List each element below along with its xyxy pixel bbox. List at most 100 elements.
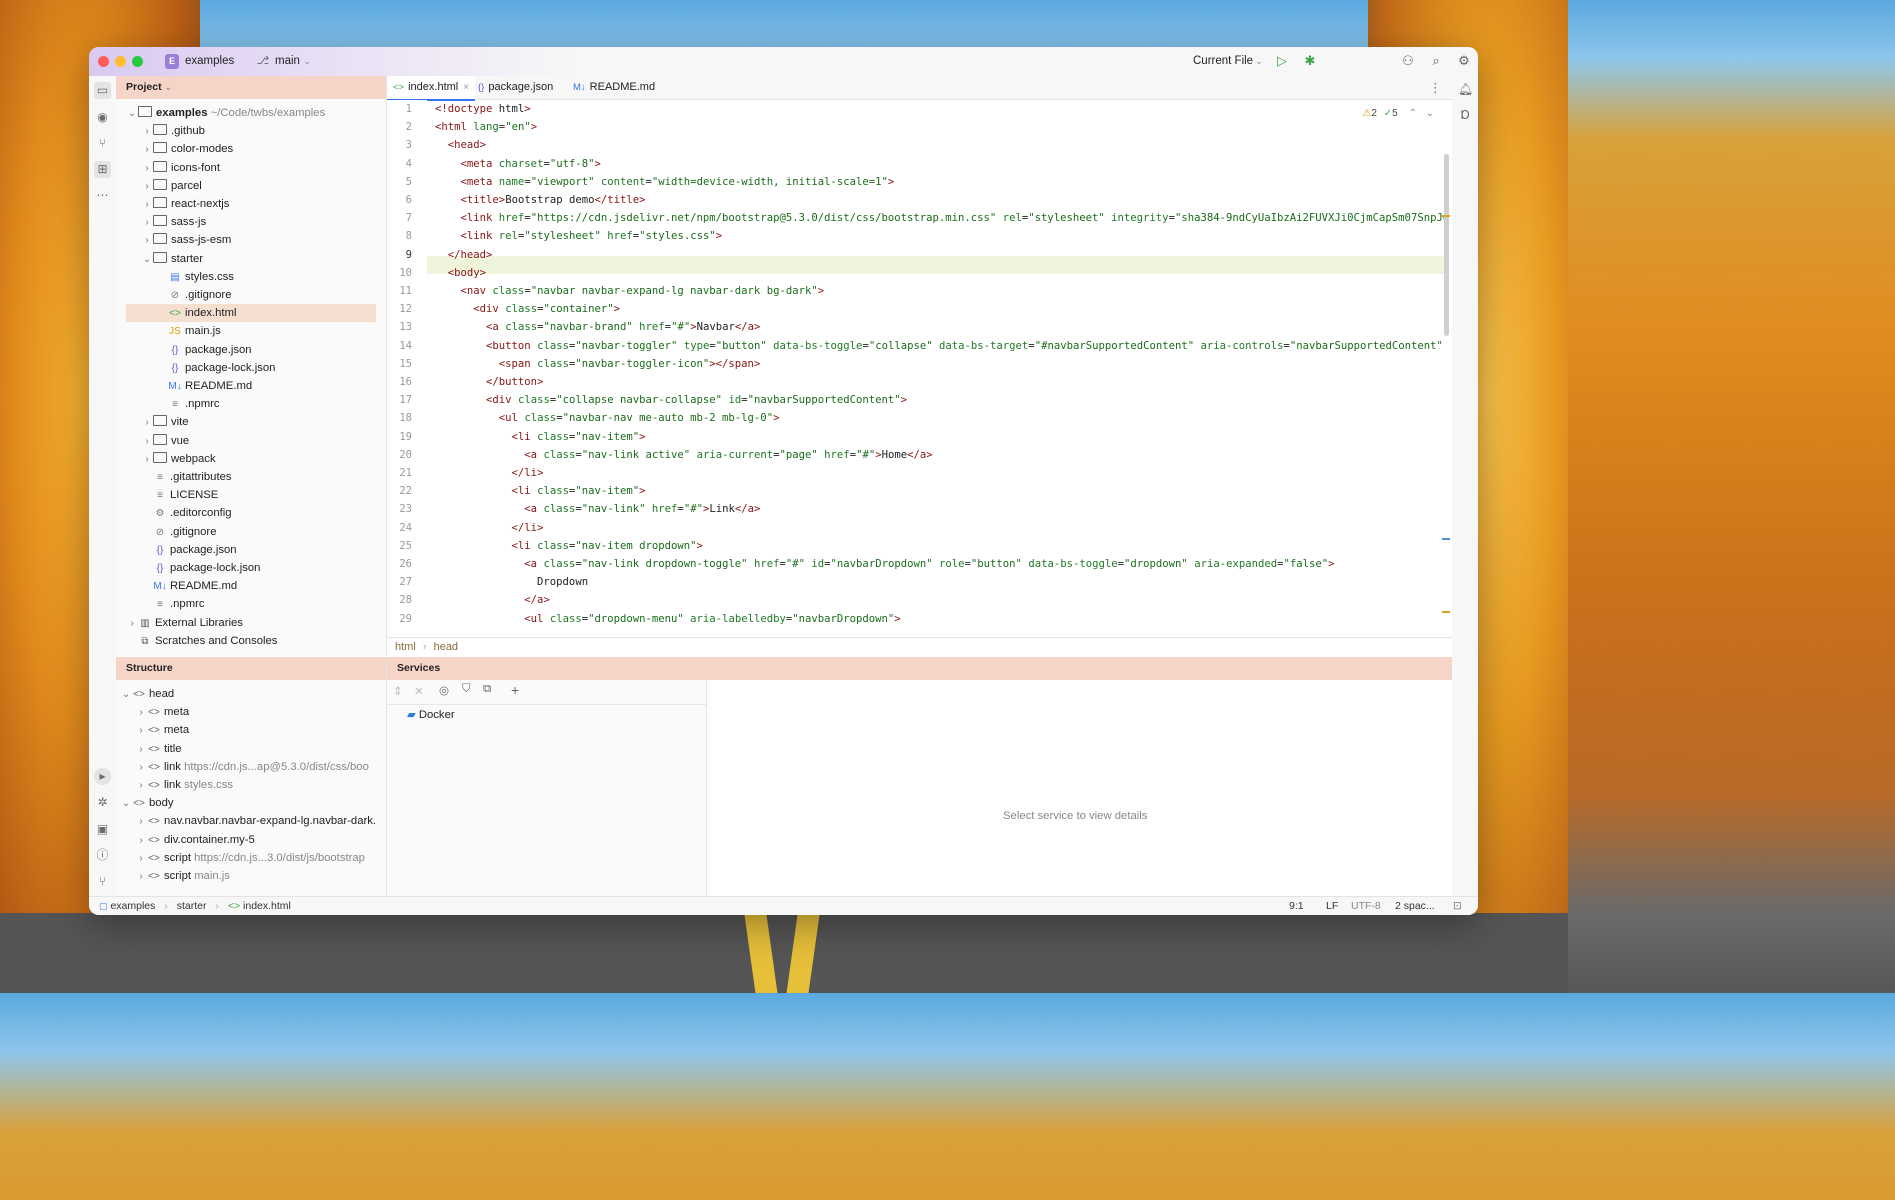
terminal-icon[interactable]: ▣	[94, 821, 111, 838]
chevron-right-icon[interactable]: ›	[141, 178, 153, 196]
caret-position[interactable]: 9:1	[1289, 897, 1304, 915]
code-line[interactable]: <ul class="navbar-nav me-auto mb-2 mb-lg…	[435, 409, 780, 427]
more-icon[interactable]: ⋯	[94, 187, 111, 204]
code-line[interactable]: </head>	[435, 246, 493, 264]
line-separator[interactable]: LF	[1326, 897, 1338, 915]
code-line[interactable]: <html lang="en">	[435, 118, 537, 136]
commit-icon[interactable]: ◉	[94, 109, 111, 126]
chevron-down-icon[interactable]: ⌄	[141, 251, 153, 269]
editor-tab[interactable]: <> index.html ×	[387, 76, 476, 101]
code-line[interactable]: <ul class="dropdown-menu" aria-labelledb…	[435, 610, 900, 628]
code-line[interactable]: <button class="navbar-toggler" type="but…	[435, 337, 1450, 355]
service-item-docker[interactable]: ▰ Docker	[407, 708, 455, 721]
structure-tree-item[interactable]: › <> link styles.css	[120, 776, 382, 794]
add-icon[interactable]: +	[511, 682, 519, 698]
structure-tree-item[interactable]: ⌄ <> body	[120, 794, 382, 812]
project-tree-item[interactable]: <> index.html	[126, 304, 376, 323]
problems-icon[interactable]: ⓘ	[94, 847, 111, 864]
code-line[interactable]: <meta charset="utf-8">	[435, 155, 601, 173]
new-tab-icon[interactable]: ⧉	[483, 683, 491, 696]
project-tree-item[interactable]: ⌄ starter	[126, 250, 376, 268]
code-line[interactable]: <title>Bootstrap demo</title>	[435, 191, 646, 209]
chevron-right-icon[interactable]: ›	[141, 451, 153, 469]
chevron-right-icon[interactable]: ›	[135, 777, 147, 794]
project-badge[interactable]: E	[165, 54, 179, 69]
editor-tab[interactable]: {} package.json	[472, 76, 559, 99]
search-icon[interactable]: ⌕	[1428, 53, 1444, 69]
chevron-right-icon[interactable]: ›	[141, 123, 153, 141]
code-line[interactable]: <div class="container">	[435, 300, 620, 318]
lock-icon[interactable]: ⊡	[1453, 897, 1462, 915]
code-line[interactable]: <link rel="stylesheet" href="styles.css"…	[435, 227, 723, 245]
project-tree-item[interactable]: ▤ styles.css	[126, 268, 376, 286]
run-icon[interactable]: ▷	[1274, 53, 1290, 69]
run-config-selector[interactable]: Current File	[1193, 55, 1253, 67]
breadcrumb-head[interactable]: head	[434, 641, 458, 653]
code-line[interactable]: <a class="nav-link dropdown-toggle" href…	[435, 555, 1334, 573]
structure-tree-item[interactable]: › <> script https://cdn.js...3.0/dist/js/b…	[120, 849, 382, 867]
status-path-folder[interactable]: starter	[177, 900, 207, 912]
chevron-down-icon[interactable]: ⌄	[120, 795, 132, 812]
chevron-right-icon[interactable]: ›	[135, 832, 147, 849]
project-tree-item[interactable]: › vue	[126, 432, 376, 450]
settings-gear-icon[interactable]: ⚙	[1456, 53, 1472, 69]
code-line[interactable]: </li>	[435, 519, 544, 537]
chevron-right-icon[interactable]: ›	[135, 813, 147, 830]
project-tree-item[interactable]: JS main.js	[126, 322, 376, 340]
structure-icon[interactable]: ⊞	[94, 161, 111, 178]
structure-tree-item[interactable]: › <> meta	[120, 721, 382, 739]
code-line[interactable]: <a class="nav-link active" aria-current=…	[435, 446, 932, 464]
project-tree-item[interactable]: › .github	[126, 122, 376, 140]
project-tree-item[interactable]: ≡ .gitattributes	[126, 468, 376, 486]
editor-scrollbar[interactable]	[1444, 154, 1449, 336]
structure-tree-item[interactable]: › <> title	[120, 740, 382, 758]
filter-icon[interactable]: ⛉	[462, 683, 471, 696]
breadcrumb-html[interactable]: html	[395, 641, 416, 653]
project-tree-item[interactable]: › ▥ External Libraries	[126, 614, 376, 632]
code-line[interactable]: <nav class="navbar navbar-expand-lg navb…	[435, 282, 825, 300]
code-line[interactable]: <li class="nav-item">	[435, 482, 646, 500]
code-line[interactable]: <li class="nav-item dropdown">	[435, 537, 703, 555]
project-tree-item[interactable]: › react-nextjs	[126, 195, 376, 213]
add-user-icon[interactable]: ⚇	[1400, 53, 1416, 69]
project-tree-item[interactable]: › vite	[126, 413, 376, 431]
project-panel-header[interactable]: Project ⌄	[116, 76, 386, 99]
tab-more-icon[interactable]: ⋮	[1429, 80, 1442, 96]
project-tree-item[interactable]: {} package-lock.json	[126, 359, 376, 377]
project-tree-item[interactable]: ⊘ .gitignore	[126, 286, 376, 304]
plugins-icon[interactable]: ✲	[94, 794, 111, 811]
chevron-right-icon[interactable]: ›	[135, 850, 147, 867]
code-line[interactable]: </a>	[435, 591, 550, 609]
chevron-right-icon[interactable]: ›	[141, 232, 153, 250]
debug-icon[interactable]: ✱	[1302, 53, 1318, 69]
code-line[interactable]: <li class="nav-item">	[435, 428, 646, 446]
editor-tab[interactable]: M↓ README.md	[567, 76, 661, 99]
chevron-right-icon[interactable]: ›	[126, 615, 138, 633]
chevron-right-icon[interactable]: ›	[141, 141, 153, 159]
project-tree-item[interactable]: ⧉ Scratches and Consoles	[126, 632, 376, 650]
expand-all-icon[interactable]: ⇕	[393, 684, 403, 698]
project-tree-item[interactable]: M↓ README.md	[126, 577, 376, 595]
chevron-right-icon[interactable]: ›	[135, 704, 147, 721]
project-tree-item[interactable]: › parcel	[126, 177, 376, 195]
status-path-file[interactable]: index.html	[243, 900, 291, 912]
code-line[interactable]: <div class="collapse navbar-collapse" id…	[435, 391, 907, 409]
chevron-right-icon[interactable]: ›	[141, 433, 153, 451]
project-tree-item[interactable]: M↓ README.md	[126, 377, 376, 395]
code-line[interactable]: <body>	[435, 264, 486, 282]
folder-icon[interactable]: ▭	[94, 82, 111, 99]
code-line[interactable]: <a class="nav-link" href="#">Link</a>	[435, 500, 760, 518]
chevron-right-icon[interactable]: ›	[135, 868, 147, 885]
structure-tree-item[interactable]: › <> link https://cdn.js...ap@5.3.0/dist/c…	[120, 758, 382, 776]
code-line[interactable]: <link href="https://cdn.jsdelivr.net/npm…	[435, 209, 1450, 227]
chevron-right-icon[interactable]: ›	[141, 214, 153, 232]
zoom-window-button[interactable]	[132, 56, 143, 67]
chevron-down-icon[interactable]: ⌄	[126, 105, 138, 123]
database-icon[interactable]: Ɒ	[1457, 107, 1474, 124]
code-editor[interactable]: <> index.html ×{} package.json M↓ README.md ⋮…	[387, 76, 1452, 656]
minimize-window-button[interactable]	[115, 56, 126, 67]
structure-tree-item[interactable]: ⌄ <> head	[120, 685, 382, 703]
pull-request-icon[interactable]: ⑂	[94, 135, 111, 152]
code-line[interactable]: </button>	[435, 373, 543, 391]
status-path-root[interactable]: examples	[110, 900, 155, 912]
